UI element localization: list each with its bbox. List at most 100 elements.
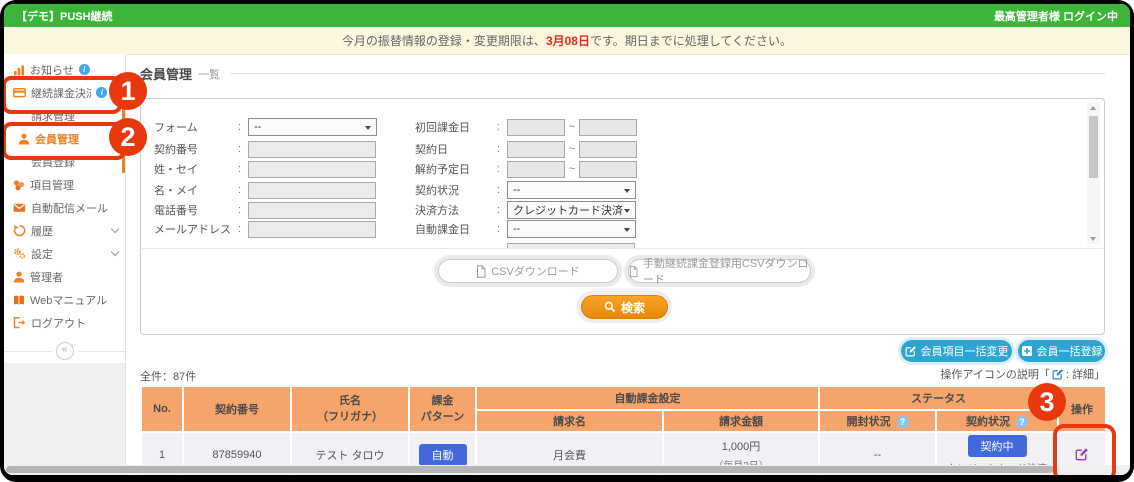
sidebar-item-label: 項目管理 — [30, 177, 74, 193]
contract-date-from-input[interactable] — [507, 141, 565, 158]
annotation-box-2 — [4, 122, 126, 160]
screenshot-frame: 【デモ】PUSH継続 最高管理者様 ログイン中 今月の振替情報の登録・変更期限は… — [0, 0, 1134, 482]
note-text: 操作アイコンの説明「 — [940, 366, 1049, 382]
annotation-box-1 — [4, 76, 122, 114]
file-icon — [629, 265, 638, 278]
manual-csv-download-button[interactable]: 手動継続課金登録用CSVダウンロード — [628, 259, 811, 283]
csv-download-button[interactable]: CSVダウンロード — [438, 259, 618, 283]
field-label: 契約番号 — [154, 141, 238, 157]
first-name-input[interactable] — [248, 182, 376, 199]
search-button[interactable]: 検索 — [581, 295, 668, 319]
payment-method-select[interactable]: クレジットカード決済 — [507, 201, 636, 219]
contract-number-input[interactable] — [248, 141, 376, 158]
form-row: 解約予定日 : ~ — [415, 160, 637, 178]
form-row: メールアドレス : — [154, 220, 376, 238]
field-label: 契約日 — [415, 141, 497, 157]
field-label: 自動課金日 — [415, 221, 497, 237]
col-header-no: No. — [141, 386, 183, 432]
button-label: 会員一括登録 — [1037, 343, 1103, 359]
form-row: 契約日 : ~ — [415, 140, 637, 158]
select-value: クレジットカード決済 — [513, 202, 623, 218]
annotation-step-3: 3 — [1028, 383, 1066, 421]
col-header-contract-no: 契約番号 — [183, 386, 291, 432]
sidebar-item-label: ログアウト — [31, 315, 86, 331]
contract-status-select[interactable]: -- — [507, 181, 636, 199]
select-arrow-icon — [624, 189, 630, 196]
last-name-input[interactable] — [248, 161, 376, 178]
select-value: -- — [513, 223, 520, 235]
help-badge[interactable]: ? — [897, 416, 909, 428]
bulk-update-button[interactable]: 会員項目一括変更 — [901, 340, 1012, 362]
form-row: フォーム : -- — [154, 118, 377, 136]
scroll-down-icon[interactable] — [1090, 237, 1096, 241]
help-badge[interactable]: ? — [1016, 416, 1028, 428]
cancellation-date-from-input[interactable] — [507, 161, 565, 178]
button-label: 手動継続課金登録用CSVダウンロード — [643, 255, 810, 287]
col-header-invoice-name: 請求名 — [476, 410, 663, 432]
sidebar-item-label: 自動配信メール — [31, 200, 108, 216]
info-badge[interactable]: i — [79, 64, 90, 75]
sidebar-item-auto-mail[interactable]: 自動配信メール — [4, 196, 125, 219]
plus-square-icon — [1021, 345, 1033, 357]
clipped-input[interactable] — [507, 243, 635, 250]
bulk-register-button[interactable]: 会員一括登録 — [1018, 340, 1105, 362]
colon: : — [497, 163, 507, 175]
field-label: 初回課金日 — [415, 119, 497, 135]
first-billing-date-to-input[interactable] — [579, 119, 637, 136]
divider — [4, 351, 52, 352]
divider — [78, 351, 126, 352]
auto-badge: 自動 — [419, 444, 467, 466]
range-separator: ~ — [565, 143, 579, 155]
logout-icon — [13, 316, 26, 329]
select-arrow-icon — [624, 209, 630, 216]
annotation-step-1: 1 — [109, 72, 147, 110]
notice-deadline: 3月08日 — [546, 32, 590, 49]
sidebar-item-logout[interactable]: ログアウト — [4, 311, 125, 334]
form-row: 決済方法 : クレジットカード決済 — [415, 201, 636, 219]
members-table: No. 契約番号 氏名 （フリガナ） 課金 パターン 自動課金設定 ステータス … — [140, 385, 1105, 475]
email-input[interactable] — [248, 221, 376, 238]
sidebar-item-label: 履歴 — [31, 223, 53, 239]
form-scrollbar[interactable] — [1087, 103, 1100, 244]
select-value: -- — [254, 121, 261, 133]
horizontal-scrollbar[interactable] — [4, 465, 1130, 474]
colon: : — [238, 163, 248, 175]
sidebar-item-web-manual[interactable]: Webマニュアル — [4, 288, 125, 311]
contract-date-to-input[interactable] — [579, 141, 637, 158]
mail-icon — [13, 201, 26, 214]
sidebar-item-settings[interactable]: 設定 — [4, 242, 125, 265]
edit-icon — [1052, 368, 1064, 380]
field-label: メールアドレス — [154, 221, 238, 237]
first-billing-date-from-input[interactable] — [507, 119, 565, 136]
chevron-down-icon — [111, 248, 119, 256]
auto-billing-date-select[interactable]: -- — [507, 220, 636, 238]
form-row: 姓・セイ : — [154, 160, 376, 178]
button-label: 検索 — [621, 299, 645, 316]
form-row: 契約状況 : -- — [415, 181, 636, 199]
sidebar-collapse-row: « — [4, 342, 125, 360]
colon: : — [238, 223, 248, 235]
form-row: 名・メイ : — [154, 181, 376, 199]
sidebar-item-item-management[interactable]: 項目管理 — [4, 173, 125, 196]
field-label: 電話番号 — [154, 202, 238, 218]
form-select[interactable]: -- — [248, 118, 377, 136]
phone-number-input[interactable] — [248, 202, 376, 219]
sidebar-item-history[interactable]: 履歴 — [4, 219, 125, 242]
field-label: フォーム — [154, 119, 238, 135]
scroll-up-icon[interactable] — [1090, 106, 1096, 110]
colon: : — [497, 143, 507, 155]
range-separator: ~ — [565, 163, 579, 175]
select-arrow-icon — [365, 126, 371, 133]
login-status: 最高管理者様 ログイン中 — [994, 8, 1118, 24]
form-row: 契約番号 : — [154, 140, 376, 158]
cancellation-date-to-input[interactable] — [579, 161, 637, 178]
sidebar-item-administrator[interactable]: 管理者 — [4, 265, 125, 288]
scrollbar-thumb[interactable] — [1089, 116, 1098, 178]
page-heading: 会員管理 一覧 — [140, 64, 1105, 83]
form-row: 自動課金日 : -- — [415, 220, 636, 238]
app-header: 【デモ】PUSH継続 最高管理者様 ログイン中 — [4, 4, 1130, 27]
scrollbar-thumb[interactable] — [6, 466, 1054, 473]
field-label: 名・メイ — [154, 182, 238, 198]
sidebar-collapse-button[interactable]: « — [56, 342, 74, 360]
page-title: 会員管理 — [140, 64, 192, 83]
